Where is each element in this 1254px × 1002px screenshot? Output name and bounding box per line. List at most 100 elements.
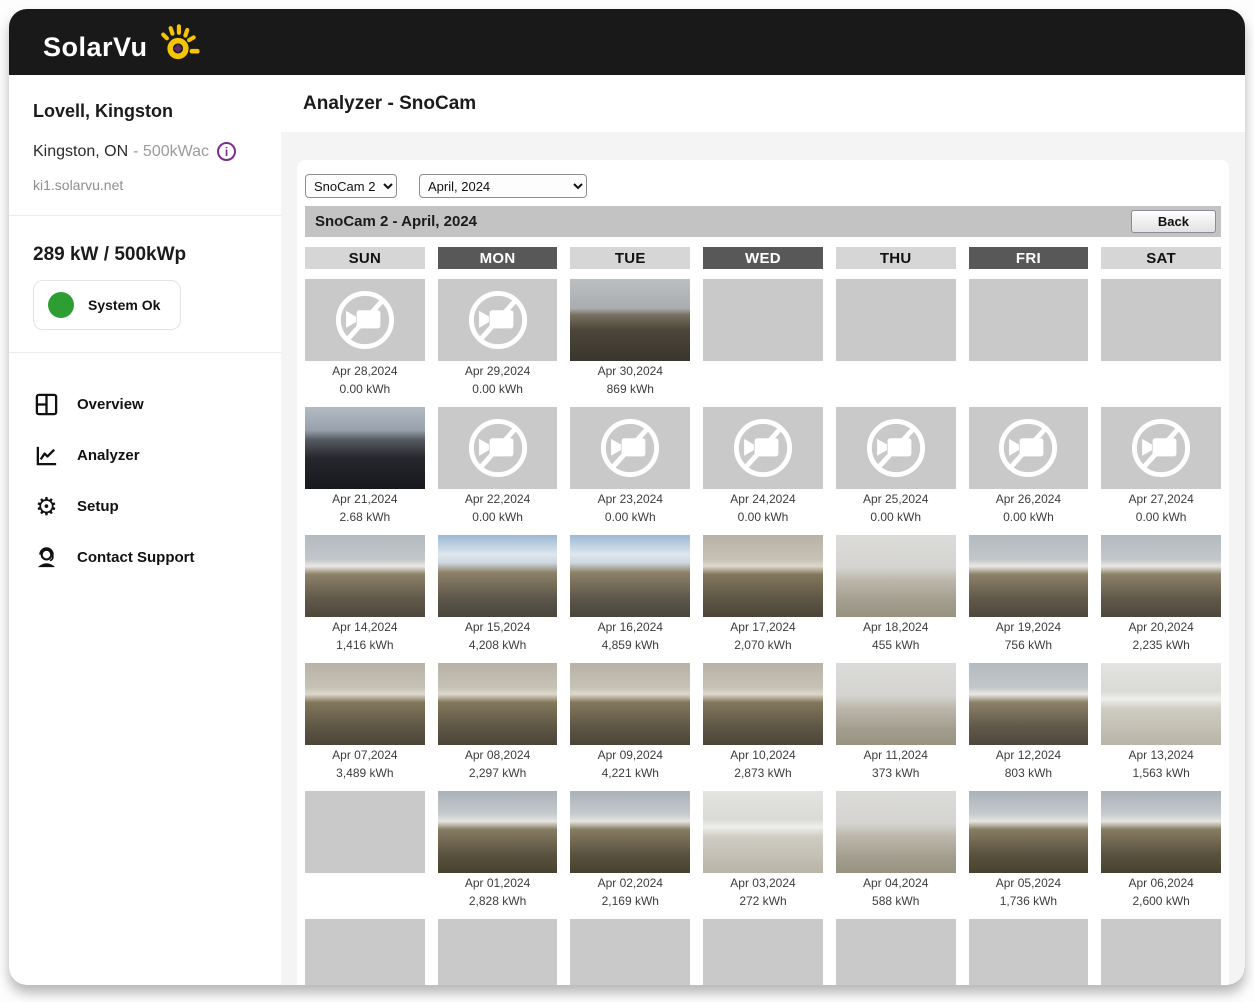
sidebar-item-label: Setup xyxy=(77,498,119,515)
day-header-sun: SUN xyxy=(305,247,425,269)
sidebar-item-label: Overview xyxy=(77,396,144,413)
sidebar-item-contact-support[interactable]: Contact Support xyxy=(33,532,257,583)
sidebar-item-overview[interactable]: Overview xyxy=(33,379,257,430)
no-snapshot-cell[interactable] xyxy=(836,407,956,489)
calendar-cell: Apr 02,2024 2,169 kWh xyxy=(570,791,690,909)
empty-cell xyxy=(969,919,1089,985)
snapshot-energy: 2,297 kWh xyxy=(438,766,558,781)
no-snapshot-cell[interactable] xyxy=(570,407,690,489)
snapshot-thumbnail[interactable] xyxy=(969,535,1089,617)
snapshot-thumbnail[interactable] xyxy=(438,663,558,745)
calendar-cell: Apr 23,20240.00 kWh xyxy=(570,407,690,525)
gear-icon: ⚙ xyxy=(33,493,60,520)
snapshot-thumbnail[interactable] xyxy=(570,279,690,361)
status-label: System Ok xyxy=(88,297,160,313)
calendar-title-bar: SnoCam 2 - April, 2024 Back xyxy=(305,206,1221,237)
calendar-cell: Apr 16,20244,859 kWh xyxy=(570,535,690,653)
sidebar-item-setup[interactable]: ⚙ Setup xyxy=(33,481,257,532)
day-header-row: SUNMONTUEWEDTHUFRISAT xyxy=(305,247,1221,269)
info-icon[interactable]: i xyxy=(217,142,236,161)
site-location: Kingston, ON xyxy=(33,143,128,161)
calendar-cell xyxy=(305,791,425,909)
snapshot-date: Apr 23,2024 xyxy=(570,492,690,507)
calendar-cell: Apr 26,20240.00 kWh xyxy=(969,407,1089,525)
calendar-cell xyxy=(836,279,956,397)
no-snapshot-cell[interactable] xyxy=(438,407,558,489)
sidebar-item-analyzer[interactable]: Analyzer xyxy=(33,430,257,481)
calendar-cell: Apr 19,2024756 kWh xyxy=(969,535,1089,653)
snapshot-energy: 455 kWh xyxy=(836,638,956,653)
snapshot-date: Apr 10,2024 xyxy=(703,748,823,763)
snapshot-energy: 4,208 kWh xyxy=(438,638,558,653)
no-snapshot-cell[interactable] xyxy=(703,407,823,489)
site-name: Lovell, Kingston xyxy=(33,101,257,122)
snapshot-thumbnail[interactable] xyxy=(703,663,823,745)
snapshot-energy: 2,600 kWh xyxy=(1101,894,1221,909)
snapshot-thumbnail[interactable] xyxy=(836,535,956,617)
no-snapshot-cell[interactable] xyxy=(305,279,425,361)
calendar-cell xyxy=(969,279,1089,397)
main-panel: Analyzer - SnoCam SnoCam 2 April, 2024 S… xyxy=(281,75,1245,985)
no-snapshot-cell[interactable] xyxy=(969,407,1089,489)
support-headset-icon xyxy=(33,544,60,571)
snapshot-date: Apr 02,2024 xyxy=(570,876,690,891)
calendar-cell: Apr 24,20240.00 kWh xyxy=(703,407,823,525)
snapshot-thumbnail[interactable] xyxy=(1101,791,1221,873)
day-header-mon: MON xyxy=(438,247,558,269)
snapshot-date: Apr 29,2024 xyxy=(438,364,558,379)
calendar-cell: Apr 13,20241,563 kWh xyxy=(1101,663,1221,781)
solarvu-logo[interactable]: SolarVu xyxy=(43,21,202,63)
sidebar-item-label: Analyzer xyxy=(77,447,140,464)
snapshot-energy: 2,235 kWh xyxy=(1101,638,1221,653)
day-header-tue: TUE xyxy=(570,247,690,269)
calendar-cell xyxy=(836,919,956,985)
calendar-cell xyxy=(703,919,823,985)
snapshot-date: Apr 06,2024 xyxy=(1101,876,1221,891)
snapshot-thumbnail[interactable] xyxy=(969,791,1089,873)
snapshot-energy: 2.68 kWh xyxy=(305,510,425,525)
snapshot-date: Apr 28,2024 xyxy=(305,364,425,379)
snapshot-energy: 2,169 kWh xyxy=(570,894,690,909)
snapshot-thumbnail[interactable] xyxy=(703,791,823,873)
snapshot-thumbnail[interactable] xyxy=(570,791,690,873)
snapshot-energy: 1,416 kWh xyxy=(305,638,425,653)
calendar-cell: Apr 09,20244,221 kWh xyxy=(570,663,690,781)
snapshot-thumbnail[interactable] xyxy=(438,535,558,617)
calendar-cell: Apr 18,2024 455 kWh xyxy=(836,535,956,653)
sidebar-divider xyxy=(9,352,281,353)
camera-off-icon xyxy=(595,413,665,483)
camera-off-icon xyxy=(861,413,931,483)
calendar-row: Apr 07,20243,489 kWhApr 08,20242,297 kWh… xyxy=(305,663,1221,781)
calendar-row: Apr 14,20241,416 kWhApr 15,20244,208 kWh… xyxy=(305,535,1221,653)
snapshot-date: Apr 18,2024 xyxy=(836,620,956,635)
snapshot-thumbnail[interactable] xyxy=(969,663,1089,745)
empty-cell xyxy=(305,919,425,985)
snapshot-thumbnail[interactable] xyxy=(438,791,558,873)
snapshot-thumbnail[interactable] xyxy=(1101,663,1221,745)
snapshot-thumbnail[interactable] xyxy=(570,663,690,745)
no-snapshot-cell[interactable] xyxy=(1101,407,1221,489)
day-header-sat: SAT xyxy=(1101,247,1221,269)
camera-select[interactable]: SnoCam 2 xyxy=(305,174,397,198)
no-snapshot-cell[interactable] xyxy=(438,279,558,361)
snapshot-thumbnail[interactable] xyxy=(836,663,956,745)
main-header: Analyzer - SnoCam xyxy=(281,75,1245,132)
day-header-wed: WED xyxy=(703,247,823,269)
calendar-cell: Apr 01,20242,828 kWh xyxy=(438,791,558,909)
snapshot-energy: 0.00 kWh xyxy=(305,382,425,397)
snapshot-energy: 0.00 kWh xyxy=(969,510,1089,525)
snapshot-thumbnail[interactable] xyxy=(305,407,425,489)
snapshot-thumbnail[interactable] xyxy=(703,535,823,617)
snapshot-thumbnail[interactable] xyxy=(1101,535,1221,617)
calendar-row: Apr 01,20242,828 kWh Apr 02,2024 2,169 kWh… xyxy=(305,791,1221,909)
snapshot-thumbnail[interactable] xyxy=(305,535,425,617)
snapshot-thumbnail[interactable] xyxy=(305,663,425,745)
snapshot-energy: 2,070 kWh xyxy=(703,638,823,653)
status-dot-icon xyxy=(48,292,74,318)
snapshot-thumbnail[interactable] xyxy=(570,535,690,617)
snapshot-thumbnail[interactable] xyxy=(836,791,956,873)
toolbar: SnoCam 2 April, 2024 xyxy=(305,170,1221,206)
back-button[interactable]: Back xyxy=(1131,210,1216,233)
snocam-card: SnoCam 2 April, 2024 SnoCam 2 - April, 2… xyxy=(297,160,1229,985)
month-select[interactable]: April, 2024 xyxy=(419,174,587,198)
